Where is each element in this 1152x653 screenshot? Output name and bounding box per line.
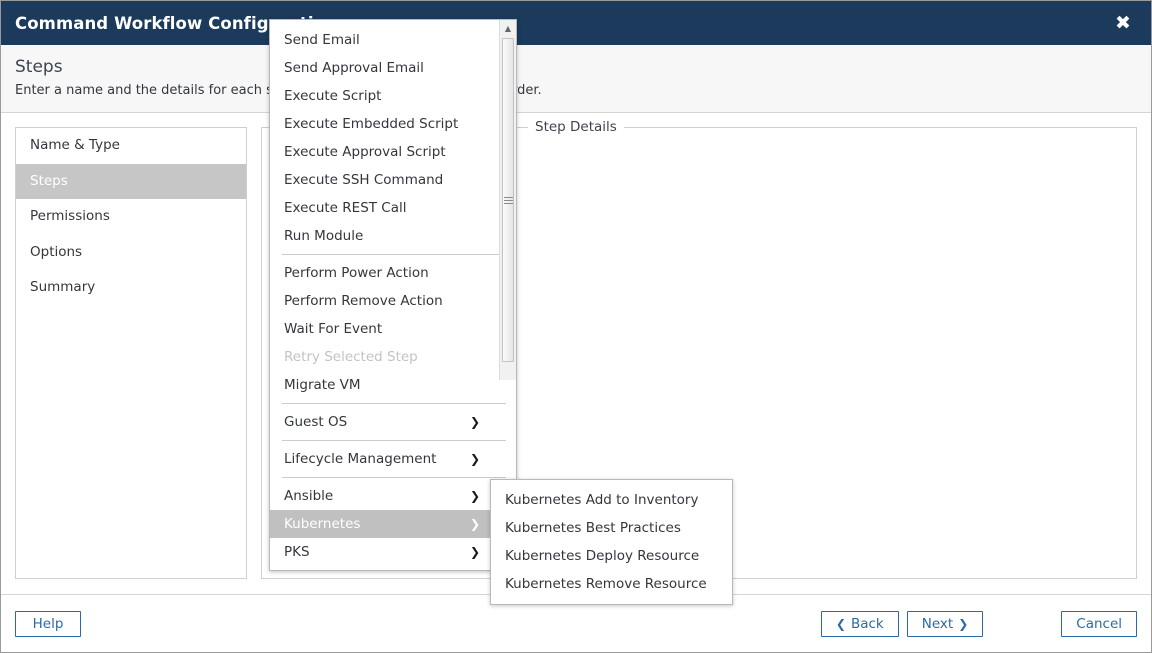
menu-item-label: Wait For Event <box>284 321 383 337</box>
menu-item-label: Send Approval Email <box>284 60 424 76</box>
menu-item-label: Guest OS <box>284 414 348 430</box>
sidebar-item-steps[interactable]: Steps <box>16 163 246 200</box>
menu-list: Send Email Send Approval Email Execute S… <box>270 20 516 570</box>
menu-item-perform-remove-action[interactable]: Perform Remove Action <box>270 287 516 315</box>
menu-item-label: Perform Remove Action <box>284 293 443 309</box>
add-step-dropdown-menu[interactable]: ▲ Send Email Send Approval Email Execute… <box>269 19 517 571</box>
menu-item-kubernetes[interactable]: Kubernetes ❯ <box>270 510 516 538</box>
menu-item-label: Execute SSH Command <box>284 172 444 188</box>
menu-scrollbar[interactable]: ▲ <box>499 20 516 380</box>
back-button[interactable]: ❮ Back <box>820 610 899 637</box>
menu-separator <box>282 254 506 255</box>
menu-item-execute-approval-script[interactable]: Execute Approval Script <box>270 138 516 166</box>
cancel-button[interactable]: Cancel <box>1061 610 1137 637</box>
sidebar-item-summary[interactable]: Summary <box>16 270 246 306</box>
menu-item-migrate-vm[interactable]: Migrate VM <box>270 371 516 399</box>
chevron-left-icon: ❮ <box>835 616 846 631</box>
chevron-right-icon: ❯ <box>469 452 480 466</box>
menu-separator <box>282 477 506 478</box>
chevron-right-icon: ❯ <box>958 616 969 631</box>
menu-scrollbar-thumb[interactable] <box>502 38 514 362</box>
sidebar-item-permissions[interactable]: Permissions <box>16 199 246 235</box>
chevron-right-icon: ❯ <box>469 415 480 429</box>
menu-item-execute-rest-call[interactable]: Execute REST Call <box>270 194 516 222</box>
menu-item-label: Migrate VM <box>284 377 361 393</box>
menu-item-label: Lifecycle Management <box>284 451 437 467</box>
menu-item-send-email[interactable]: Send Email <box>270 26 516 54</box>
menu-item-run-module[interactable]: Run Module <box>270 222 516 250</box>
menu-item-label: Kubernetes <box>284 516 361 532</box>
menu-item-label: Execute Embedded Script <box>284 116 459 132</box>
submenu-item-label: Kubernetes Best Practices <box>505 520 681 536</box>
submenu-item-kubernetes-add-to-inventory[interactable]: Kubernetes Add to Inventory <box>491 486 732 514</box>
step-details-legend: Step Details <box>528 119 624 135</box>
submenu-item-kubernetes-remove-resource[interactable]: Kubernetes Remove Resource <box>491 570 732 598</box>
menu-item-pks[interactable]: PKS ❯ <box>270 538 516 566</box>
back-button-label: Back <box>850 615 884 632</box>
menu-separator <box>282 403 506 404</box>
menu-item-execute-script[interactable]: Execute Script <box>270 82 516 110</box>
kubernetes-submenu[interactable]: Kubernetes Add to Inventory Kubernetes B… <box>490 479 733 605</box>
menu-item-label: Retry Selected Step <box>284 349 418 365</box>
menu-item-execute-embedded-script[interactable]: Execute Embedded Script <box>270 110 516 138</box>
menu-item-retry-selected-step: Retry Selected Step <box>270 343 516 371</box>
scrollbar-grip-icon <box>503 196 513 204</box>
menu-item-label: Run Module <box>284 228 364 244</box>
menu-item-label: Execute REST Call <box>284 200 407 216</box>
submenu-item-label: Kubernetes Deploy Resource <box>505 548 700 564</box>
page-description: Enter a name and the details for each st… <box>15 83 542 98</box>
menu-item-label: Execute Approval Script <box>284 144 446 160</box>
menu-item-label: Execute Script <box>284 88 382 104</box>
dialog-titlebar: Command Workflow Configuration ✖ <box>1 1 1151 45</box>
menu-item-ansible[interactable]: Ansible ❯ <box>270 482 516 510</box>
sidebar-item-name-type[interactable]: Name & Type <box>16 128 246 164</box>
submenu-item-label: Kubernetes Add to Inventory <box>505 492 699 508</box>
menu-item-send-approval-email[interactable]: Send Approval Email <box>270 54 516 82</box>
menu-item-execute-ssh-command[interactable]: Execute SSH Command <box>270 166 516 194</box>
wizard-nav: Name & Type Steps Permissions Options Su… <box>15 127 247 579</box>
next-button[interactable]: Next ❯ <box>906 610 984 637</box>
page-title: Steps <box>15 57 63 77</box>
footer-actions: ❮ Back Next ❯ Cancel <box>820 610 1137 637</box>
command-workflow-dialog: Command Workflow Configuration ✖ Steps E… <box>0 0 1152 653</box>
menu-item-label: PKS <box>284 544 310 560</box>
sidebar-item-options[interactable]: Options <box>16 235 246 271</box>
next-button-label: Next <box>921 615 954 632</box>
help-button[interactable]: Help <box>15 610 81 637</box>
close-icon[interactable]: ✖ <box>1111 11 1135 35</box>
page-header: Steps Enter a name and the details for e… <box>1 45 1151 113</box>
menu-item-label: Ansible <box>284 488 334 504</box>
menu-item-label: Perform Power Action <box>284 265 429 281</box>
menu-item-wait-for-event[interactable]: Wait For Event <box>270 315 516 343</box>
menu-item-label: Send Email <box>284 32 360 48</box>
menu-separator <box>282 440 506 441</box>
submenu-item-label: Kubernetes Remove Resource <box>505 576 707 592</box>
submenu-item-kubernetes-best-practices[interactable]: Kubernetes Best Practices <box>491 514 732 542</box>
menu-item-perform-power-action[interactable]: Perform Power Action <box>270 259 516 287</box>
submenu-item-kubernetes-deploy-resource[interactable]: Kubernetes Deploy Resource <box>491 542 732 570</box>
menu-item-guest-os[interactable]: Guest OS ❯ <box>270 408 516 436</box>
menu-item-lifecycle-management[interactable]: Lifecycle Management ❯ <box>270 445 516 473</box>
scroll-up-icon[interactable]: ▲ <box>500 20 516 36</box>
